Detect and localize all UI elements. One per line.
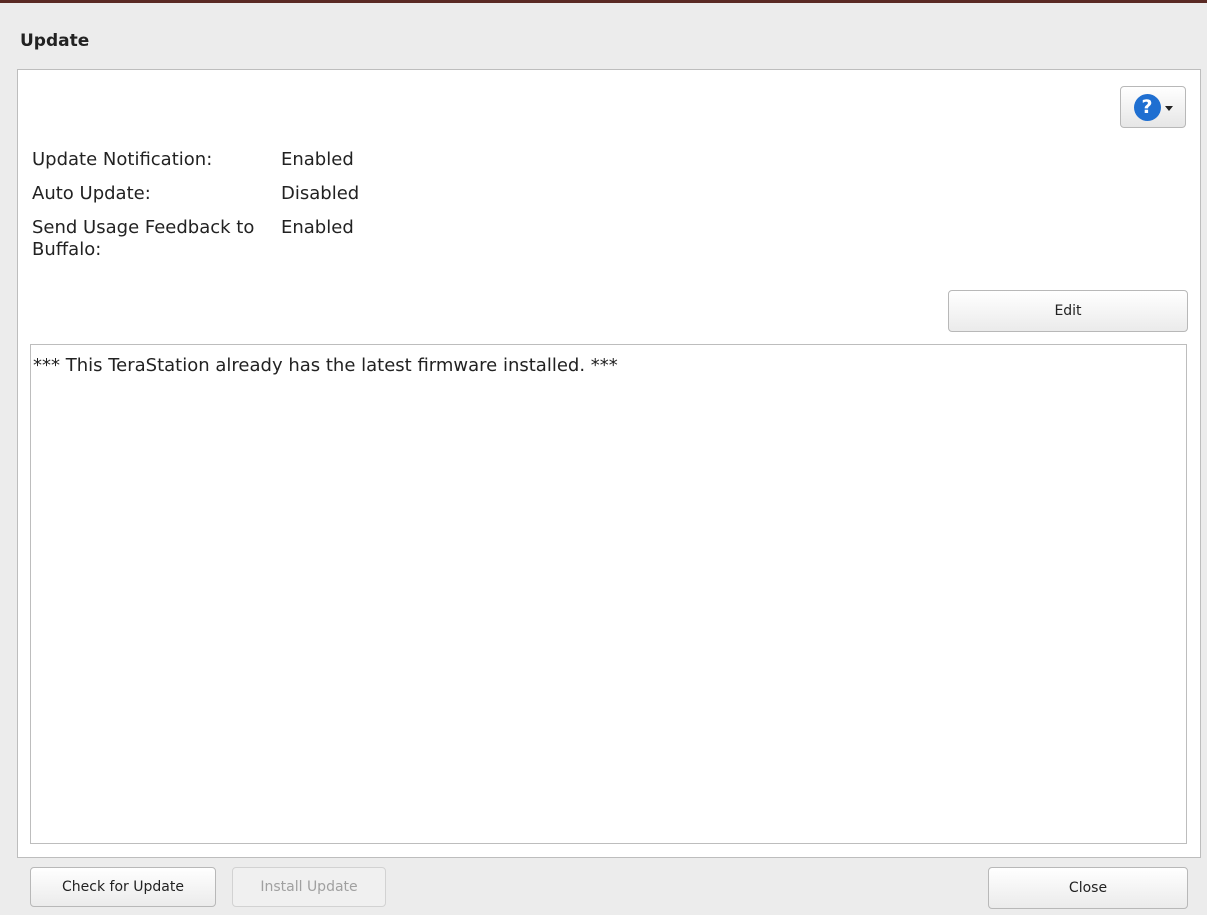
update-notification-label: Update Notification: [32, 149, 213, 170]
edit-button[interactable]: Edit [948, 290, 1188, 332]
help-button[interactable]: ? [1120, 86, 1186, 128]
help-icon: ? [1133, 93, 1161, 121]
update-dialog: Update ? Update Notification: Enabled Au… [0, 0, 1207, 915]
auto-update-label: Auto Update: [32, 183, 151, 204]
update-notification-value: Enabled [281, 149, 354, 170]
check-for-update-button[interactable]: Check for Update [30, 867, 216, 907]
chevron-down-icon [1164, 105, 1173, 111]
install-update-button[interactable]: Install Update [232, 867, 386, 907]
dialog-title: Update [20, 31, 90, 51]
firmware-status-message: *** This TeraStation already has the lat… [30, 344, 1187, 844]
usage-feedback-label: Send Usage Feedback to Buffalo: [32, 217, 255, 260]
auto-update-value: Disabled [281, 183, 360, 204]
usage-feedback-value: Enabled [281, 217, 354, 238]
close-button[interactable]: Close [988, 867, 1188, 909]
